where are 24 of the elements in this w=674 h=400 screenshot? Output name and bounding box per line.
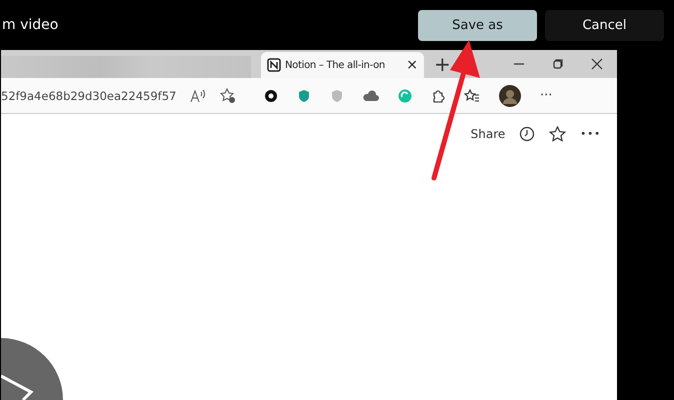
dialog-button[interactable]: Save as xyxy=(418,10,537,40)
notion-logo-icon xyxy=(267,58,281,72)
dialog-button[interactable]: Cancel xyxy=(545,10,664,40)
close-icon[interactable] xyxy=(591,58,603,70)
shield-icon[interactable] xyxy=(297,88,311,102)
new-tab-button[interactable]: + xyxy=(434,52,451,76)
browser-tab[interactable]: Notion – The all-in-on × xyxy=(261,52,424,78)
more-button[interactable]: ••• xyxy=(580,128,601,140)
menu-button[interactable]: ··· xyxy=(540,88,552,103)
favorite-star-icon[interactable] xyxy=(220,88,236,104)
share-link[interactable]: Share xyxy=(470,127,506,141)
tab-close[interactable]: × xyxy=(406,57,418,73)
read-aloud-icon[interactable] xyxy=(190,88,206,102)
favorites-icon[interactable] xyxy=(464,88,480,102)
play-button[interactable] xyxy=(1,338,63,400)
clock-icon[interactable] xyxy=(519,126,536,142)
tab-title: Notion – The all-in-on xyxy=(285,60,386,70)
cloud-icon[interactable] xyxy=(363,90,379,102)
puzzle-icon[interactable] xyxy=(431,88,445,102)
star-icon[interactable] xyxy=(549,126,566,142)
avatar-icon[interactable] xyxy=(499,84,521,106)
window-title: m video xyxy=(1,17,58,33)
restore-icon[interactable] xyxy=(552,58,564,70)
address-field[interactable]: 52f9a4e68b29d30ea22459f57 xyxy=(1,88,176,102)
